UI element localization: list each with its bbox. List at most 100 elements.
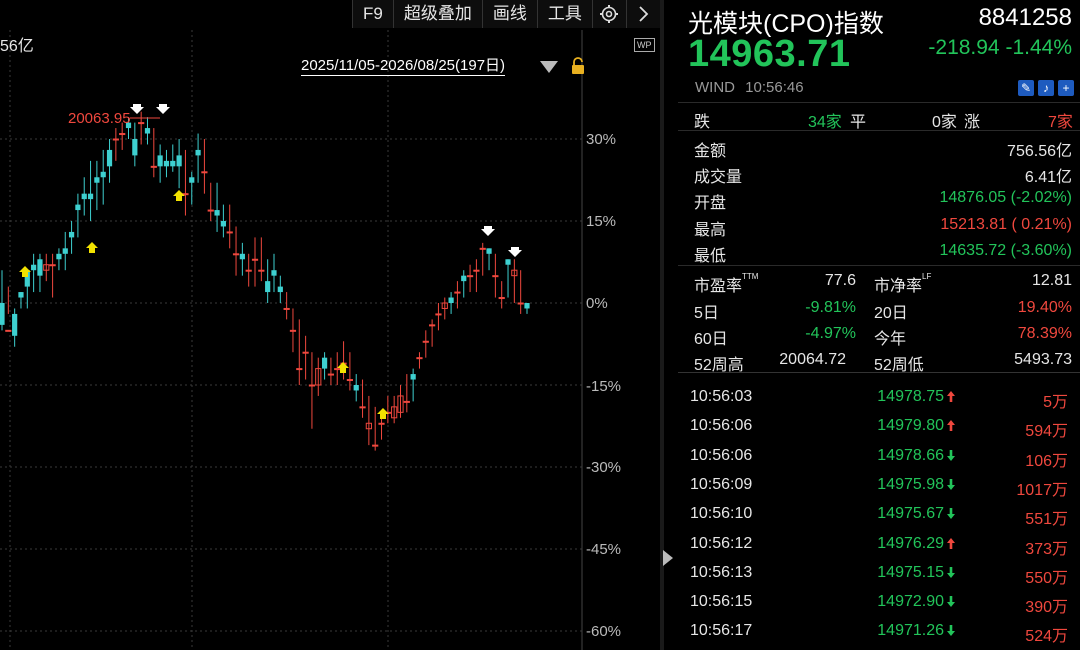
y-tick-label: -30% — [586, 459, 622, 476]
tick-row[interactable]: 10:56:09 14975.98 1017万 — [678, 470, 1080, 499]
tick-price: 14979.80 — [877, 417, 944, 435]
add-icon[interactable]: + — [1058, 80, 1074, 96]
candle-body — [56, 253, 62, 260]
d20-label: 20日 — [874, 305, 908, 322]
tick-volume: 390万 — [1025, 599, 1068, 617]
stat-value: 756.56亿 — [1007, 143, 1072, 160]
candle-body — [75, 204, 81, 211]
candle-body — [132, 139, 138, 156]
arrow-down-icon — [947, 566, 955, 578]
d5-label: 5日 — [694, 305, 719, 322]
candle-body — [486, 248, 492, 254]
kline-chart-pane[interactable]: F9 超级叠加 画线 工具 56亿 WP 2025/11/05-2026/08/… — [0, 0, 660, 650]
y-tick-label: 15% — [586, 213, 617, 230]
tick-price: 14971.26 — [877, 622, 944, 640]
candle-body — [81, 193, 87, 200]
stat-label: 最低 — [694, 248, 727, 265]
tick-price: 14975.67 — [877, 505, 944, 523]
tick-row[interactable]: 10:56:15 14972.90 390万 — [678, 587, 1080, 616]
candle-body — [296, 368, 303, 371]
tick-row[interactable]: 10:56:03 14978.75 5万 — [678, 382, 1080, 411]
stat-label: 成交量 — [694, 169, 743, 186]
tick-row[interactable]: 10:56:13 14975.15 550万 — [678, 558, 1080, 587]
f9-button[interactable]: F9 — [352, 0, 393, 28]
edit-icon[interactable]: ✎ — [1018, 80, 1034, 96]
collapse-triangle-icon[interactable] — [663, 550, 673, 566]
last-price: 14963.71 — [688, 33, 851, 75]
price-change: -218.94 -1.44% — [928, 36, 1072, 59]
candle-body — [289, 329, 297, 332]
stat-value: 15213.81 ( 0.21%) — [940, 216, 1072, 233]
kline-chart[interactable] — [0, 0, 660, 650]
candle-body — [353, 385, 359, 391]
buy-signal-icon — [86, 242, 98, 253]
up-count: 7家 — [1048, 114, 1073, 131]
candle-body — [277, 286, 283, 293]
candle-body — [49, 264, 56, 267]
candle-body — [479, 247, 486, 250]
tick-row[interactable]: 10:56:06 14979.80 594万 — [678, 411, 1080, 440]
tick-row[interactable]: 10:56:10 14975.67 551万 — [678, 499, 1080, 528]
sell-signal-icon — [508, 247, 522, 257]
stat-value: 14635.72 (-3.60%) — [939, 242, 1072, 259]
pb-value: 12.81 — [1031, 272, 1072, 289]
d20-value: 19.40% — [1017, 299, 1072, 316]
pb-label: 市净率LF — [874, 272, 932, 295]
tick-row[interactable]: 10:56:06 14978.66 106万 — [678, 441, 1080, 470]
candle-body — [31, 264, 37, 271]
candle-body — [454, 291, 461, 294]
lock-icon[interactable] — [570, 57, 586, 80]
tick-price: 14975.98 — [877, 475, 944, 493]
candle-body — [37, 259, 43, 276]
candle-body — [346, 379, 353, 382]
tick-time: 10:56:06 — [690, 446, 753, 464]
candle-body — [182, 193, 189, 196]
candle-body — [359, 406, 366, 409]
candle-body — [308, 384, 316, 387]
tick-price: 14975.15 — [877, 563, 944, 581]
y-tick-label: -45% — [586, 541, 622, 558]
tick-price: 14972.90 — [877, 593, 944, 611]
amount-label: 56亿 — [0, 38, 34, 55]
index-code: 8841258 — [978, 4, 1072, 31]
tick-volume: 524万 — [1025, 628, 1068, 646]
stat-value: 14876.05 (-2.02%) — [939, 189, 1072, 206]
tick-time: 10:56:13 — [690, 563, 753, 581]
triangle-down-icon[interactable] — [540, 61, 558, 73]
tick-time: 10:56:12 — [690, 534, 753, 552]
candle-body — [372, 444, 379, 447]
candle-body — [170, 160, 176, 167]
wp-icon[interactable]: WP — [634, 38, 655, 52]
tick-price: 14978.66 — [877, 446, 944, 464]
candle-body — [189, 177, 195, 183]
gear-icon[interactable] — [591, 0, 626, 28]
quote-tools: ✎ ♪ + — [1018, 80, 1074, 96]
divider — [678, 130, 1080, 131]
candle-body — [271, 270, 277, 276]
high-point-label: 20063.95 — [68, 110, 131, 127]
stat-row: 成交量 6.41亿 — [678, 159, 1080, 186]
tick-volume: 551万 — [1025, 511, 1068, 529]
candle-body — [157, 155, 163, 167]
tick-row[interactable]: 10:56:12 14976.29 373万 — [678, 529, 1080, 558]
divider — [678, 102, 1080, 103]
candle-body — [201, 171, 208, 174]
candle-body — [461, 275, 467, 282]
bell-icon[interactable]: ♪ — [1038, 80, 1054, 96]
candle-body — [265, 281, 271, 293]
candle-body — [239, 253, 245, 260]
candle-body — [214, 210, 220, 216]
buy-signal-icon — [173, 190, 185, 201]
y-tick-label: 0% — [586, 295, 608, 312]
draw-line-button[interactable]: 画线 — [481, 0, 537, 28]
arrow-up-icon — [947, 391, 955, 402]
valuation-row: 市盈率TTM 77.6 市净率LF 12.81 — [678, 268, 1080, 295]
date-range-selector[interactable]: 2025/11/05-2026/08/25(197日) — [301, 57, 506, 76]
tick-row — [678, 365, 1080, 375]
stat-label: 金额 — [694, 143, 727, 160]
stat-label: 开盘 — [694, 195, 727, 212]
tick-row[interactable]: 10:56:17 14971.26 524万 — [678, 616, 1080, 645]
tools-button[interactable]: 工具 — [536, 0, 592, 28]
overlay-button[interactable]: 超级叠加 — [392, 0, 482, 28]
chevron-right-icon[interactable] — [625, 0, 660, 28]
